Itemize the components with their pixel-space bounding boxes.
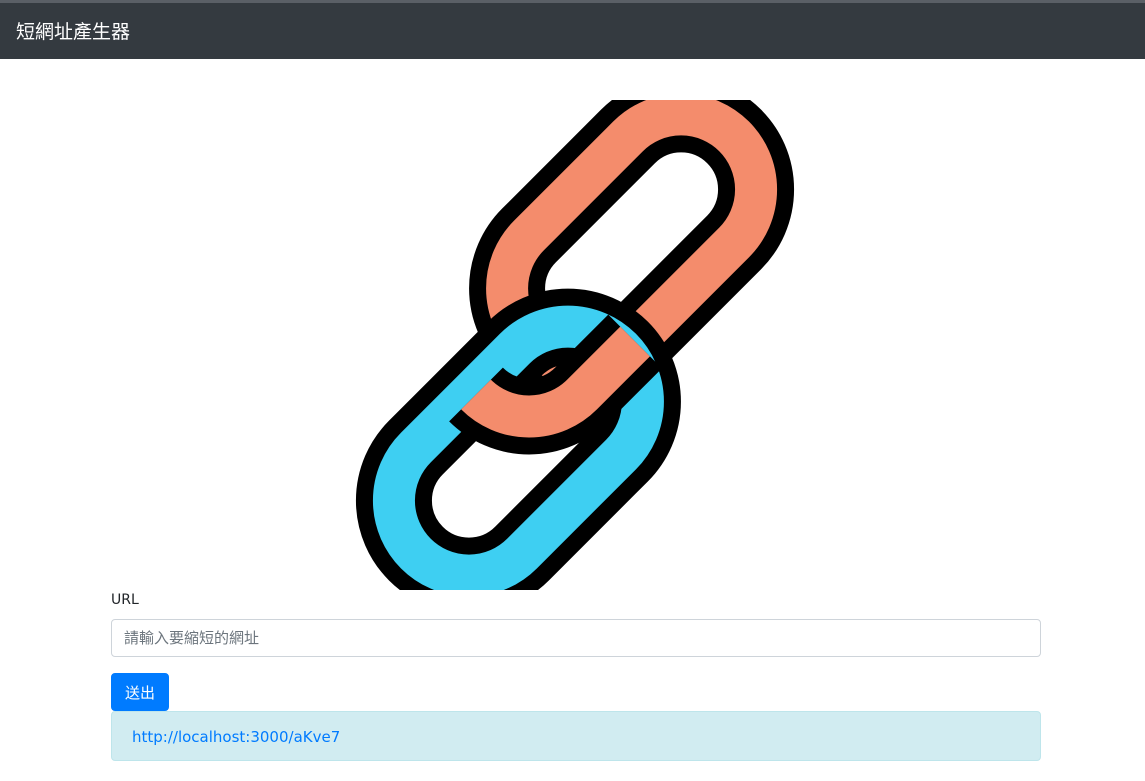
url-label: URL: [111, 592, 139, 608]
result-alert: http://localhost:3000/aKve7: [111, 711, 1041, 761]
top-navbar: 短網址產生器: [0, 3, 1145, 59]
url-input[interactable]: [111, 619, 1041, 657]
short-url-link[interactable]: http://localhost:3000/aKve7: [132, 727, 340, 747]
navbar-brand[interactable]: 短網址產生器: [16, 19, 130, 45]
link-chain-icon: [355, 100, 795, 590]
submit-button[interactable]: 送出: [111, 673, 169, 711]
